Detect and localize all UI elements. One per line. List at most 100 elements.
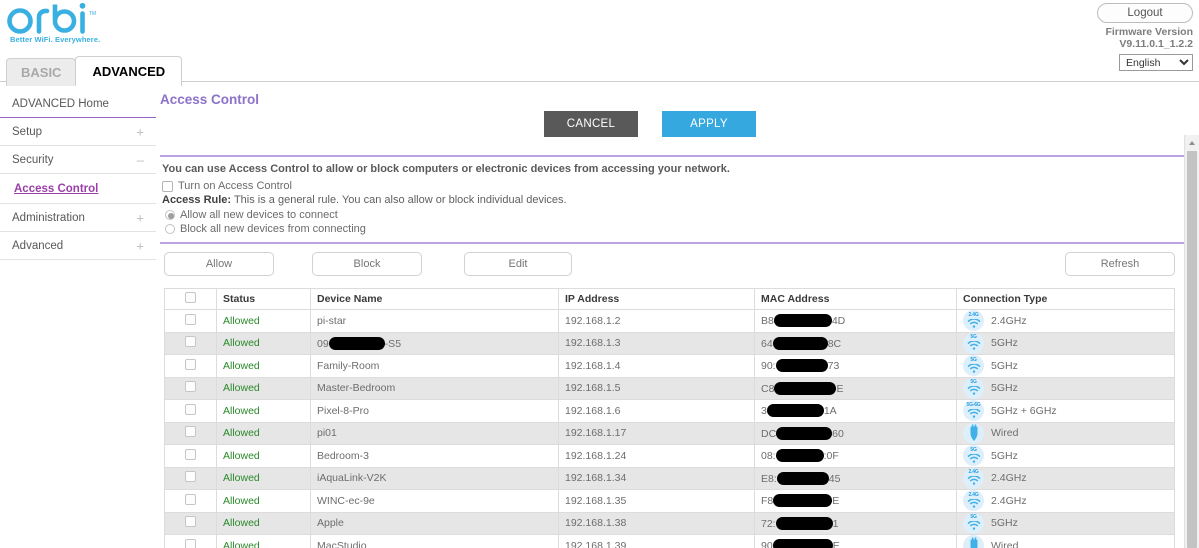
device-table: Status Device Name IP Address MAC Addres… — [164, 288, 1175, 548]
table-row[interactable]: Allowed iAquaLink-V2K 192.168.1.34 E8: 45 2.4… — [164, 466, 1175, 490]
row-checkbox[interactable] — [185, 313, 196, 325]
turn-on-access-control-row[interactable]: Turn on Access Control — [162, 180, 1189, 192]
logout-button[interactable]: Logout — [1097, 3, 1193, 23]
row-select-cell[interactable] — [164, 354, 217, 378]
header-ip-address: IP Address — [558, 288, 755, 310]
cell-ip-address: 192.168.1.3 — [558, 331, 755, 355]
device-name-text: Pixel-8-Pro — [317, 404, 369, 417]
table-row[interactable]: Allowed Pixel-8-Pro 192.168.1.6 3 1A 5G-6G 5GH… — [164, 399, 1175, 423]
row-checkbox[interactable] — [185, 336, 196, 348]
allow-button[interactable]: Allow — [164, 252, 274, 276]
vertical-scrollbar[interactable] — [1184, 135, 1199, 548]
language-select[interactable]: English — [1119, 54, 1193, 71]
turn-on-access-control-checkbox[interactable] — [162, 180, 173, 192]
table-row[interactable]: Allowed Bedroom-3 192.168.1.24 08::0F 5G 5GHz — [164, 444, 1175, 468]
row-checkbox[interactable] — [185, 471, 196, 483]
header-device-name: Device Name — [310, 288, 559, 310]
cancel-button[interactable]: CANCEL — [544, 111, 638, 137]
row-select-cell[interactable] — [164, 534, 217, 548]
connection-type-label: 5GHz + 6GHz — [991, 404, 1057, 417]
minus-icon[interactable]: – — [137, 152, 144, 167]
row-checkbox[interactable] — [185, 381, 196, 393]
scroll-up-arrow-icon[interactable] — [1185, 135, 1199, 149]
radio-allow-new-devices[interactable] — [165, 210, 175, 220]
cell-status: Allowed — [216, 376, 311, 400]
wifi-signal-icon — [967, 498, 980, 508]
table-header-row: Status Device Name IP Address MAC Addres… — [164, 288, 1175, 310]
radio-block-new-devices-row[interactable]: Block all new devices from connecting — [165, 223, 1189, 235]
sidebar-item-administration[interactable]: Administration + — [0, 204, 156, 232]
radio-allow-new-devices-label: Allow all new devices to connect — [180, 209, 338, 221]
sidebar-item-access-control[interactable]: Access Control — [0, 174, 156, 204]
table-row[interactable]: Allowed Family-Room 192.168.1.4 90: 73 5G 5GHz — [164, 354, 1175, 378]
table-row[interactable]: Allowed WINC-ec-9e 192.168.1.35 F8 E 2.4G 2.4G… — [164, 489, 1175, 513]
cell-ip-address: 192.168.1.35 — [558, 489, 755, 513]
row-checkbox[interactable] — [185, 493, 196, 505]
row-checkbox[interactable] — [185, 448, 196, 460]
form-action-buttons: CANCEL APPLY — [160, 111, 1189, 151]
row-checkbox[interactable] — [185, 538, 196, 548]
row-select-cell[interactable] — [164, 444, 217, 468]
device-name-text: iAquaLink-V2K — [317, 472, 387, 485]
mac-visible-suffix: 8C — [827, 337, 842, 350]
ethernet-plug-icon — [970, 537, 977, 548]
cell-status: Allowed — [216, 421, 311, 445]
table-row[interactable]: Allowed 09 -S5 192.168.1.3 64 8C 5G 5GHz — [164, 331, 1175, 355]
refresh-button[interactable]: Refresh — [1065, 252, 1175, 276]
table-row[interactable]: Allowed Apple 192.168.1.38 72: 1 5G 5GHz — [164, 511, 1175, 535]
plus-icon[interactable]: + — [136, 124, 144, 139]
wifi-signal-icon — [967, 363, 980, 373]
row-select-cell[interactable] — [164, 331, 217, 355]
cell-device-name: Pixel-8-Pro — [310, 399, 559, 423]
cell-ip-address: 192.168.1.17 — [558, 421, 755, 445]
cell-status: Allowed — [216, 534, 311, 548]
row-select-cell[interactable] — [164, 399, 217, 423]
cell-device-name: Master-Bedroom — [310, 376, 559, 400]
table-row[interactable]: Allowed Master-Bedroom 192.168.1.5 C8 E 5G 5GH… — [164, 376, 1175, 400]
tab-basic[interactable]: BASIC — [6, 58, 77, 86]
connection-type-label: 5GHz — [991, 449, 1018, 462]
row-select-cell[interactable] — [164, 309, 217, 333]
row-checkbox[interactable] — [185, 426, 196, 438]
row-select-cell[interactable] — [164, 376, 217, 400]
redaction-bar — [766, 404, 824, 418]
access-control-description: You can use Access Control to allow or b… — [162, 163, 730, 175]
scrollbar-thumb[interactable] — [1187, 151, 1197, 548]
device-name-text: MacStudio — [317, 539, 367, 548]
sidebar-item-security[interactable]: Security – — [0, 146, 156, 174]
sidebar-item-advanced[interactable]: Advanced + — [0, 232, 156, 260]
table-row[interactable]: Allowed pi-star 192.168.1.2 B8 4D 2.4G 2.4GHz — [164, 309, 1175, 333]
band-label: 5G — [970, 356, 977, 363]
mac-visible-prefix: DC — [761, 427, 777, 440]
row-select-cell[interactable] — [164, 489, 217, 513]
table-row[interactable]: Allowed MacStudio 192.168.1.39 90 E Wired — [164, 534, 1175, 548]
device-name-text: WINC-ec-9e — [317, 494, 375, 507]
tab-advanced[interactable]: ADVANCED — [75, 56, 183, 86]
sidebar-item-setup[interactable]: Setup + — [0, 118, 156, 146]
row-checkbox[interactable] — [185, 403, 196, 415]
plus-icon[interactable]: + — [136, 210, 144, 225]
row-select-cell[interactable] — [164, 421, 217, 445]
row-checkbox[interactable] — [185, 358, 196, 370]
wifi-connection-icon: 2.4G — [963, 310, 984, 332]
edit-button[interactable]: Edit — [464, 252, 572, 276]
cell-status: Allowed — [216, 309, 311, 333]
apply-button[interactable]: APPLY — [662, 111, 756, 137]
plus-icon[interactable]: + — [136, 238, 144, 253]
cell-device-name: Apple — [310, 511, 559, 535]
mac-visible-suffix: 60 — [832, 427, 844, 440]
select-all-checkbox[interactable] — [185, 292, 196, 303]
header-connection-type: Connection Type — [956, 288, 1175, 310]
radio-allow-new-devices-row[interactable]: Allow all new devices to connect — [165, 209, 1189, 221]
sidebar-item-advanced-home[interactable]: ADVANCED Home — [0, 90, 156, 118]
redaction-bar — [776, 471, 829, 485]
sidebar-item-label: Administration — [12, 212, 85, 224]
table-row[interactable]: Allowed pi01 192.168.1.17 DC 60 Wired — [164, 421, 1175, 445]
row-select-cell[interactable] — [164, 511, 217, 535]
radio-block-new-devices[interactable] — [165, 224, 175, 234]
cell-device-name: WINC-ec-9e — [310, 489, 559, 513]
row-select-cell[interactable] — [164, 466, 217, 490]
block-button[interactable]: Block — [312, 252, 422, 276]
wifi-signal-icon — [967, 386, 980, 396]
row-checkbox[interactable] — [185, 516, 196, 528]
